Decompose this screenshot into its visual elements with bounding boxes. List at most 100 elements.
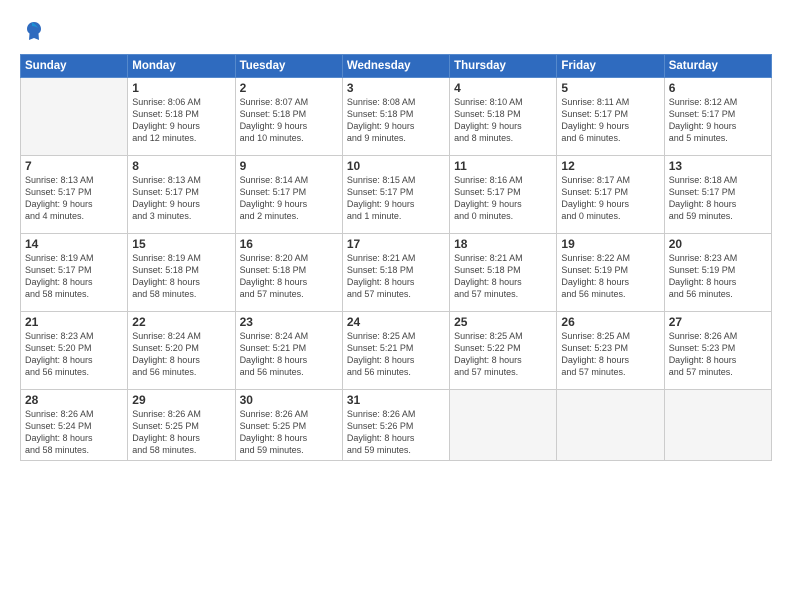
cell-info: Sunrise: 8:14 AM Sunset: 5:17 PM Dayligh… (240, 174, 338, 223)
day-number: 6 (669, 81, 767, 95)
calendar: SundayMondayTuesdayWednesdayThursdayFrid… (20, 54, 772, 461)
day-number: 2 (240, 81, 338, 95)
cell-info: Sunrise: 8:06 AM Sunset: 5:18 PM Dayligh… (132, 96, 230, 145)
day-number: 26 (561, 315, 659, 329)
calendar-cell: 15Sunrise: 8:19 AM Sunset: 5:18 PM Dayli… (128, 234, 235, 312)
cell-info: Sunrise: 8:23 AM Sunset: 5:20 PM Dayligh… (25, 330, 123, 379)
header (20, 18, 772, 46)
calendar-cell: 23Sunrise: 8:24 AM Sunset: 5:21 PM Dayli… (235, 312, 342, 390)
logo-icon (20, 18, 48, 46)
calendar-cell: 24Sunrise: 8:25 AM Sunset: 5:21 PM Dayli… (342, 312, 449, 390)
day-number: 12 (561, 159, 659, 173)
day-number: 28 (25, 393, 123, 407)
calendar-cell (557, 390, 664, 461)
cell-info: Sunrise: 8:12 AM Sunset: 5:17 PM Dayligh… (669, 96, 767, 145)
day-number: 14 (25, 237, 123, 251)
calendar-cell: 22Sunrise: 8:24 AM Sunset: 5:20 PM Dayli… (128, 312, 235, 390)
cell-info: Sunrise: 8:16 AM Sunset: 5:17 PM Dayligh… (454, 174, 552, 223)
calendar-cell: 9Sunrise: 8:14 AM Sunset: 5:17 PM Daylig… (235, 156, 342, 234)
col-header-saturday: Saturday (664, 55, 771, 78)
day-number: 22 (132, 315, 230, 329)
calendar-cell (664, 390, 771, 461)
day-number: 27 (669, 315, 767, 329)
day-number: 8 (132, 159, 230, 173)
day-number: 25 (454, 315, 552, 329)
week-row-2: 7Sunrise: 8:13 AM Sunset: 5:17 PM Daylig… (21, 156, 772, 234)
day-number: 21 (25, 315, 123, 329)
calendar-cell (21, 78, 128, 156)
day-number: 18 (454, 237, 552, 251)
cell-info: Sunrise: 8:20 AM Sunset: 5:18 PM Dayligh… (240, 252, 338, 301)
cell-info: Sunrise: 8:23 AM Sunset: 5:19 PM Dayligh… (669, 252, 767, 301)
day-number: 10 (347, 159, 445, 173)
cell-info: Sunrise: 8:21 AM Sunset: 5:18 PM Dayligh… (347, 252, 445, 301)
calendar-cell: 25Sunrise: 8:25 AM Sunset: 5:22 PM Dayli… (450, 312, 557, 390)
day-number: 16 (240, 237, 338, 251)
cell-info: Sunrise: 8:26 AM Sunset: 5:23 PM Dayligh… (669, 330, 767, 379)
day-number: 19 (561, 237, 659, 251)
cell-info: Sunrise: 8:22 AM Sunset: 5:19 PM Dayligh… (561, 252, 659, 301)
day-number: 20 (669, 237, 767, 251)
day-number: 11 (454, 159, 552, 173)
col-header-tuesday: Tuesday (235, 55, 342, 78)
calendar-cell: 7Sunrise: 8:13 AM Sunset: 5:17 PM Daylig… (21, 156, 128, 234)
cell-info: Sunrise: 8:26 AM Sunset: 5:25 PM Dayligh… (240, 408, 338, 457)
col-header-wednesday: Wednesday (342, 55, 449, 78)
day-number: 23 (240, 315, 338, 329)
page: SundayMondayTuesdayWednesdayThursdayFrid… (0, 0, 792, 612)
cell-info: Sunrise: 8:13 AM Sunset: 5:17 PM Dayligh… (132, 174, 230, 223)
day-number: 13 (669, 159, 767, 173)
col-header-friday: Friday (557, 55, 664, 78)
cell-info: Sunrise: 8:26 AM Sunset: 5:24 PM Dayligh… (25, 408, 123, 457)
day-number: 3 (347, 81, 445, 95)
cell-info: Sunrise: 8:08 AM Sunset: 5:18 PM Dayligh… (347, 96, 445, 145)
cell-info: Sunrise: 8:17 AM Sunset: 5:17 PM Dayligh… (561, 174, 659, 223)
header-row: SundayMondayTuesdayWednesdayThursdayFrid… (21, 55, 772, 78)
day-number: 31 (347, 393, 445, 407)
calendar-cell: 27Sunrise: 8:26 AM Sunset: 5:23 PM Dayli… (664, 312, 771, 390)
col-header-thursday: Thursday (450, 55, 557, 78)
day-number: 4 (454, 81, 552, 95)
day-number: 5 (561, 81, 659, 95)
calendar-cell: 2Sunrise: 8:07 AM Sunset: 5:18 PM Daylig… (235, 78, 342, 156)
week-row-1: 1Sunrise: 8:06 AM Sunset: 5:18 PM Daylig… (21, 78, 772, 156)
cell-info: Sunrise: 8:21 AM Sunset: 5:18 PM Dayligh… (454, 252, 552, 301)
week-row-3: 14Sunrise: 8:19 AM Sunset: 5:17 PM Dayli… (21, 234, 772, 312)
calendar-cell: 1Sunrise: 8:06 AM Sunset: 5:18 PM Daylig… (128, 78, 235, 156)
col-header-monday: Monday (128, 55, 235, 78)
cell-info: Sunrise: 8:18 AM Sunset: 5:17 PM Dayligh… (669, 174, 767, 223)
cell-info: Sunrise: 8:07 AM Sunset: 5:18 PM Dayligh… (240, 96, 338, 145)
calendar-cell: 12Sunrise: 8:17 AM Sunset: 5:17 PM Dayli… (557, 156, 664, 234)
calendar-cell: 13Sunrise: 8:18 AM Sunset: 5:17 PM Dayli… (664, 156, 771, 234)
day-number: 15 (132, 237, 230, 251)
cell-info: Sunrise: 8:25 AM Sunset: 5:22 PM Dayligh… (454, 330, 552, 379)
day-number: 9 (240, 159, 338, 173)
logo (20, 18, 52, 46)
cell-info: Sunrise: 8:13 AM Sunset: 5:17 PM Dayligh… (25, 174, 123, 223)
calendar-cell: 16Sunrise: 8:20 AM Sunset: 5:18 PM Dayli… (235, 234, 342, 312)
week-row-4: 21Sunrise: 8:23 AM Sunset: 5:20 PM Dayli… (21, 312, 772, 390)
cell-info: Sunrise: 8:10 AM Sunset: 5:18 PM Dayligh… (454, 96, 552, 145)
calendar-cell: 3Sunrise: 8:08 AM Sunset: 5:18 PM Daylig… (342, 78, 449, 156)
calendar-cell: 20Sunrise: 8:23 AM Sunset: 5:19 PM Dayli… (664, 234, 771, 312)
cell-info: Sunrise: 8:15 AM Sunset: 5:17 PM Dayligh… (347, 174, 445, 223)
calendar-cell: 11Sunrise: 8:16 AM Sunset: 5:17 PM Dayli… (450, 156, 557, 234)
day-number: 24 (347, 315, 445, 329)
calendar-cell: 17Sunrise: 8:21 AM Sunset: 5:18 PM Dayli… (342, 234, 449, 312)
day-number: 17 (347, 237, 445, 251)
calendar-cell (450, 390, 557, 461)
day-number: 30 (240, 393, 338, 407)
cell-info: Sunrise: 8:24 AM Sunset: 5:20 PM Dayligh… (132, 330, 230, 379)
calendar-cell: 21Sunrise: 8:23 AM Sunset: 5:20 PM Dayli… (21, 312, 128, 390)
calendar-cell: 19Sunrise: 8:22 AM Sunset: 5:19 PM Dayli… (557, 234, 664, 312)
calendar-cell: 5Sunrise: 8:11 AM Sunset: 5:17 PM Daylig… (557, 78, 664, 156)
cell-info: Sunrise: 8:25 AM Sunset: 5:21 PM Dayligh… (347, 330, 445, 379)
cell-info: Sunrise: 8:19 AM Sunset: 5:18 PM Dayligh… (132, 252, 230, 301)
calendar-cell: 6Sunrise: 8:12 AM Sunset: 5:17 PM Daylig… (664, 78, 771, 156)
calendar-cell: 28Sunrise: 8:26 AM Sunset: 5:24 PM Dayli… (21, 390, 128, 461)
calendar-cell: 10Sunrise: 8:15 AM Sunset: 5:17 PM Dayli… (342, 156, 449, 234)
calendar-cell: 4Sunrise: 8:10 AM Sunset: 5:18 PM Daylig… (450, 78, 557, 156)
week-row-5: 28Sunrise: 8:26 AM Sunset: 5:24 PM Dayli… (21, 390, 772, 461)
cell-info: Sunrise: 8:24 AM Sunset: 5:21 PM Dayligh… (240, 330, 338, 379)
calendar-cell: 8Sunrise: 8:13 AM Sunset: 5:17 PM Daylig… (128, 156, 235, 234)
